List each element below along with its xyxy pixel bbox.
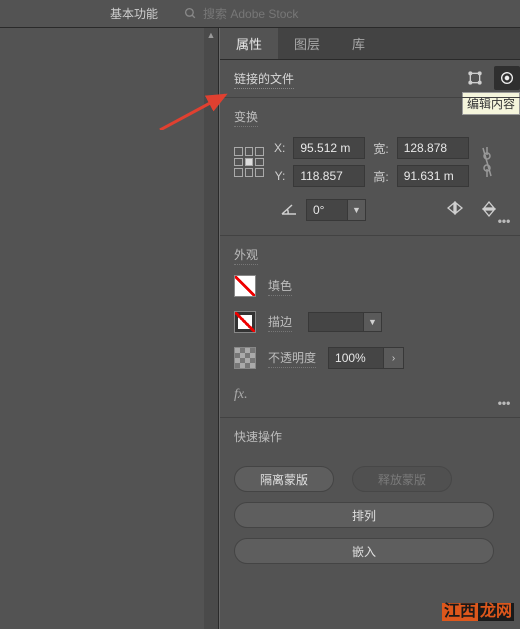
- appearance-section: 外观 填色 描边 ▼ 不透明度: [220, 235, 520, 417]
- stroke-swatch[interactable]: [234, 311, 256, 333]
- bounding-box-icon[interactable]: [462, 66, 488, 90]
- isolate-mask-button[interactable]: 隔离蒙版: [234, 466, 334, 492]
- h-input[interactable]: [397, 165, 469, 187]
- search-icon: [184, 7, 197, 20]
- properties-panel: 属性 图层 库 链接的文件 编辑内容 变换: [219, 28, 520, 629]
- w-input[interactable]: [397, 137, 469, 159]
- rotation-input[interactable]: ▼: [306, 199, 366, 221]
- x-label: X:: [274, 141, 285, 155]
- stock-search[interactable]: 搜索 Adobe Stock: [178, 3, 304, 24]
- opacity-popup-icon[interactable]: ›: [384, 347, 404, 369]
- stroke-label: 描边: [268, 313, 292, 332]
- appearance-title: 外观: [234, 246, 258, 265]
- tab-layers[interactable]: 图层: [278, 28, 336, 59]
- flip-horizontal-icon[interactable]: [446, 201, 464, 220]
- fill-label: 填色: [268, 277, 292, 296]
- opacity-swatch[interactable]: [234, 347, 256, 369]
- canvas-scrollbar[interactable]: ▲: [204, 28, 218, 629]
- release-mask-button: 释放蒙版: [352, 466, 452, 492]
- tab-library[interactable]: 库: [336, 28, 381, 59]
- fill-swatch[interactable]: [234, 275, 256, 297]
- x-input[interactable]: [293, 137, 365, 159]
- y-label: Y:: [274, 169, 285, 183]
- stroke-weight-dropdown[interactable]: ▼: [364, 312, 382, 332]
- opacity-label: 不透明度: [268, 349, 316, 368]
- rotation-value[interactable]: [306, 199, 348, 221]
- y-input[interactable]: [293, 165, 365, 187]
- transform-title: 变换: [234, 108, 258, 127]
- stroke-weight-input[interactable]: ▼: [308, 312, 382, 332]
- reference-point-widget[interactable]: [234, 147, 264, 177]
- h-label: 高:: [373, 168, 388, 185]
- linked-file-label[interactable]: 链接的文件: [234, 70, 294, 89]
- canvas-area: ▲: [0, 28, 219, 629]
- angle-icon: [280, 202, 298, 219]
- search-placeholder: 搜索 Adobe Stock: [203, 5, 298, 22]
- fx-label[interactable]: fx.: [234, 383, 506, 403]
- arrange-button[interactable]: 排列: [234, 502, 494, 528]
- transform-section: 变换 X: 宽: Y: 高:: [220, 97, 520, 235]
- scroll-up-arrow[interactable]: ▲: [204, 28, 218, 42]
- quick-actions-section: 快速操作 隔离蒙版 释放蒙版 排列 嵌入: [220, 417, 520, 578]
- top-toolbar: 基本功能 搜索 Adobe Stock: [0, 0, 520, 28]
- object-type-row: 链接的文件 编辑内容: [220, 60, 520, 97]
- edit-contents-icon[interactable]: [494, 66, 520, 90]
- rotation-dropdown[interactable]: ▼: [348, 199, 366, 221]
- opacity-input[interactable]: [328, 347, 384, 369]
- quick-actions-title: 快速操作: [234, 428, 282, 446]
- xywh-grid: X: 宽: Y: 高:: [274, 137, 469, 187]
- transform-more-icon[interactable]: •••: [494, 211, 514, 231]
- panel-tabs: 属性 图层 库: [220, 28, 520, 60]
- workspace-switcher[interactable]: 基本功能: [110, 5, 158, 22]
- tab-properties[interactable]: 属性: [220, 28, 278, 59]
- appearance-more-icon[interactable]: •••: [494, 393, 514, 413]
- constrain-proportions-icon[interactable]: [479, 140, 495, 184]
- embed-button[interactable]: 嵌入: [234, 538, 494, 564]
- w-label: 宽:: [373, 140, 388, 157]
